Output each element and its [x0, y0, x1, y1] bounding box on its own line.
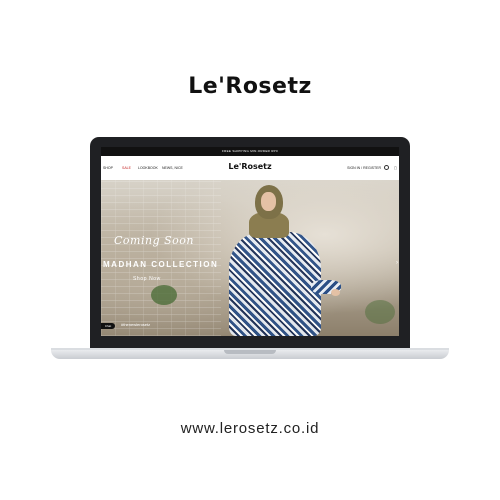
- laptop-screen: FREE SHIPPING MIN.ORDER RP0 SHOP SALE LO…: [101, 147, 399, 336]
- laptop-notch: [224, 350, 276, 354]
- hero-banner[interactable]: Coming Soon MADHAN COLLECTION Shop Now #…: [101, 180, 399, 336]
- announcement-bar: FREE SHIPPING MIN.ORDER RP0: [101, 147, 399, 156]
- plant-decoration: [151, 285, 177, 305]
- hero-script-heading: Coming Soon: [114, 234, 194, 247]
- next-slide-icon[interactable]: ›: [396, 260, 398, 266]
- plant-decoration: [365, 300, 395, 324]
- brand-title: Le'Rosetz: [188, 74, 312, 99]
- model-face: [261, 192, 276, 211]
- site-navigation: SHOP SALE LOOKBOOK NEWS, NICE Le'Rosetz …: [101, 156, 399, 181]
- model-dress: [229, 232, 321, 336]
- website-url[interactable]: www.lerosetz.co.id: [0, 420, 500, 437]
- search-icon[interactable]: [384, 165, 389, 170]
- sign-in-link[interactable]: SIGN IN / REGISTER: [347, 166, 381, 170]
- model-hand: [331, 289, 340, 296]
- shop-now-button[interactable]: Shop Now: [133, 276, 161, 282]
- chat-button[interactable]: Chat: [101, 323, 115, 329]
- bag-icon[interactable]: ▢: [394, 166, 397, 170]
- hero-hashtag: #thenewlerosetz: [121, 322, 151, 327]
- hero-collection-title: MADHAN COLLECTION: [103, 260, 219, 269]
- hero-background-wall: [101, 180, 221, 336]
